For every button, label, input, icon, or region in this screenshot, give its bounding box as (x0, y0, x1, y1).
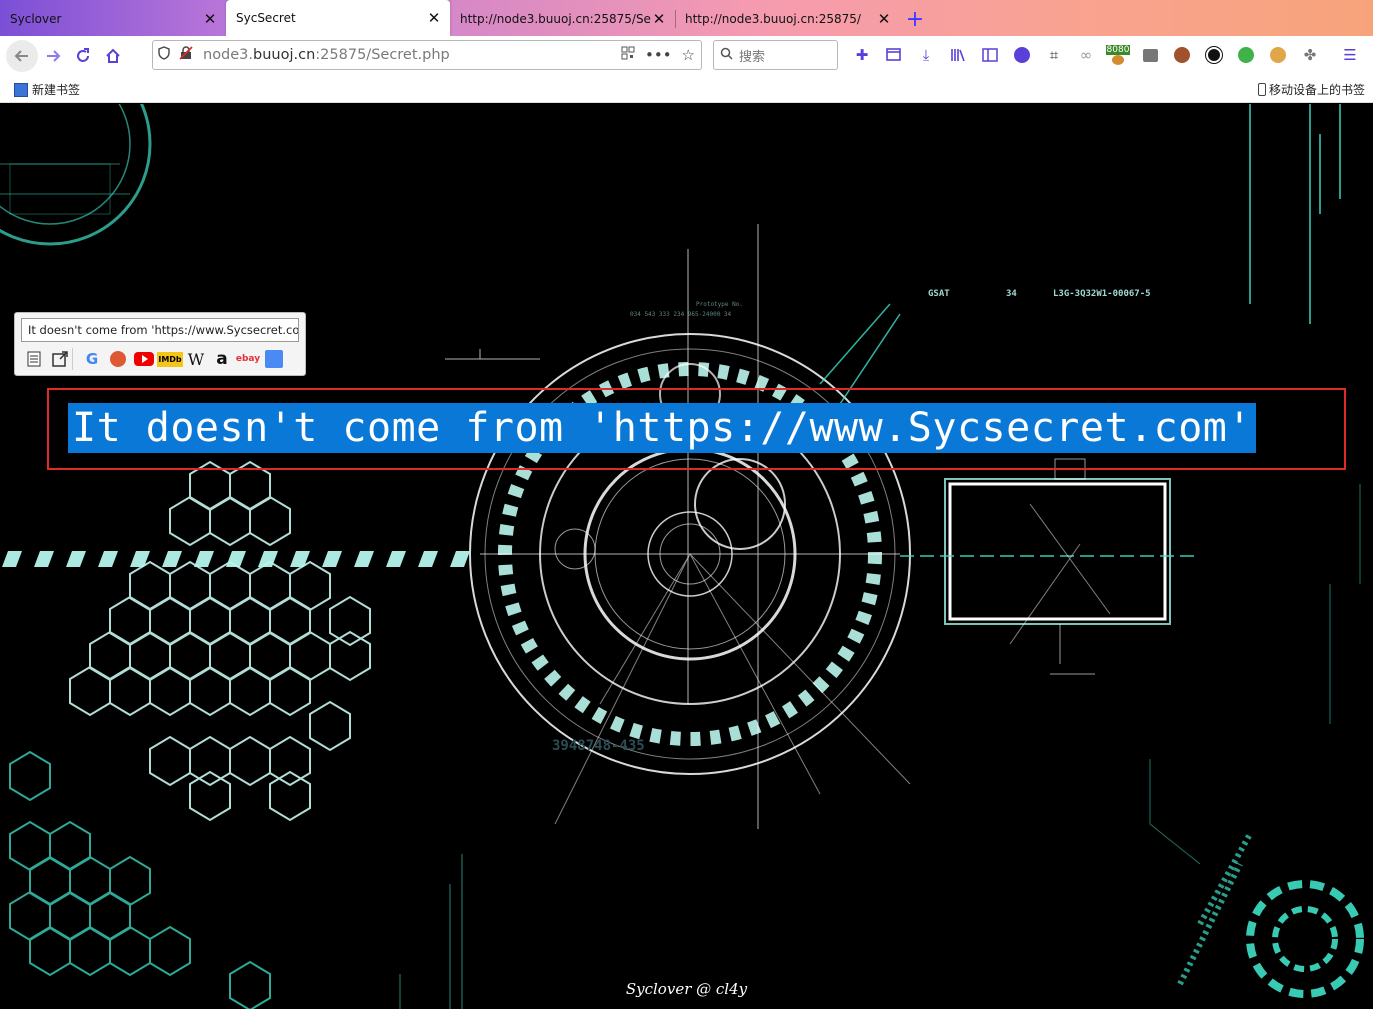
url-text: node3.buuoj.cn:25875/Secret.php (203, 47, 450, 63)
ebay-icon[interactable]: ebay (235, 348, 261, 370)
close-icon[interactable]: ✕ (876, 10, 892, 28)
tab-title: SycSecret (236, 11, 296, 25)
cookie-editor-icon[interactable] (1262, 41, 1294, 69)
puzzle-extension-icon[interactable]: ✤ (1294, 41, 1326, 69)
tab-title: Syclover (10, 12, 62, 26)
download-icon[interactable]: ⤓ (910, 41, 942, 69)
mobile-bookmarks-label: 移动设备上的书签 (1268, 83, 1365, 97)
message-highlight-box: It doesn't come from 'https://www.Sycsec… (47, 388, 1346, 470)
new-tab-button[interactable]: + (900, 2, 930, 36)
tab-secret-url[interactable]: http://node3.buuoj.cn:25875/Se ✕ (450, 2, 675, 36)
hud-background: GSAT 34 L3G-3Q32W1-00067-5 Prototype No.… (0, 104, 1364, 1009)
youtube-icon[interactable] (131, 348, 157, 370)
sidebar-icon[interactable] (974, 41, 1006, 69)
message-text: It doesn't come from 'https://www.Sycsec… (68, 403, 1256, 453)
amazon-icon[interactable]: a (209, 348, 235, 370)
ebay-label: ebay (235, 354, 261, 364)
close-icon[interactable]: ✕ (426, 9, 442, 27)
navigation-bar: node3.buuoj.cn:25875/Secret.php ••• ☆ 搜索… (0, 36, 1373, 76)
crop-screenshot-icon[interactable]: ⌗ (1038, 41, 1070, 69)
tab-root-url[interactable]: http://node3.buuoj.cn:25875/ ✕ (675, 2, 900, 36)
wikipedia-label: W (187, 349, 205, 369)
arrow-left-icon (14, 50, 28, 62)
popup-search-text[interactable]: It doesn't come from 'https://www.Sycsec… (21, 318, 299, 342)
proxy-extension-icon[interactable]: 8080 (1102, 41, 1134, 69)
shield-icon[interactable] (153, 46, 175, 64)
open-link-icon[interactable] (47, 348, 73, 370)
image-extension-icon[interactable] (1134, 41, 1166, 69)
close-icon[interactable]: ✕ (202, 10, 218, 28)
phone-icon (1257, 83, 1266, 96)
popup-engine-icons: G IMDb W a ebay (21, 348, 287, 370)
extensions-icon[interactable]: ✚ (846, 41, 878, 69)
tab-title: http://node3.buuoj.cn:25875/ (685, 12, 861, 26)
close-icon[interactable]: ✕ (651, 10, 667, 28)
url-host: buuoj.cn (253, 47, 316, 63)
cookie-icon[interactable] (1166, 41, 1198, 69)
amazon-label: a (216, 349, 228, 369)
insecure-lock-icon[interactable] (175, 46, 197, 64)
menu-icon[interactable]: ☰ (1334, 41, 1366, 69)
footer-credit: Syclover @ cl4y (625, 980, 748, 998)
hud-gsat-number: 34 (1006, 289, 1017, 299)
url-path: :25875/Secret.php (315, 47, 450, 63)
hud-bottom-code: 3948748-435 (552, 738, 645, 754)
home-button[interactable] (98, 41, 128, 71)
hud-code: L3G-3Q32W1-00067-5 (1053, 289, 1151, 299)
url-prefix: node3. (203, 47, 254, 63)
bookmarks-bar: 新建书签 移动设备上的书签 (0, 76, 1373, 103)
account-icon[interactable] (1006, 41, 1038, 69)
reload-button[interactable] (68, 41, 98, 71)
translate-icon[interactable] (261, 348, 287, 370)
imdb-label: IMDb (157, 351, 183, 367)
qr-code-icon[interactable] (621, 46, 635, 64)
bookmark-folder-icon (14, 82, 28, 97)
search-input[interactable]: 搜索 (713, 40, 838, 70)
page-content: GSAT 34 L3G-3Q32W1-00067-5 Prototype No.… (0, 104, 1373, 1009)
reload-icon (77, 48, 89, 62)
search-placeholder: 搜索 (739, 49, 766, 65)
tab-syclover[interactable]: Syclover ✕ (0, 2, 226, 36)
add-tab-icon[interactable] (878, 41, 910, 69)
bookmark-label: 新建书签 (32, 83, 81, 97)
arrow-right-icon (47, 50, 61, 62)
js-extension-icon[interactable] (1230, 41, 1262, 69)
library-icon[interactable] (942, 41, 974, 69)
bookmark-star-icon[interactable]: ☆ (682, 46, 695, 64)
google-label: G (85, 350, 99, 368)
hud-serial: 034 543 333 234 965-24000 34 (630, 311, 732, 318)
home-icon (106, 48, 120, 63)
mobile-bookmarks[interactable]: 移动设备上的书签 (1257, 81, 1365, 98)
toolbar-icons: ✚ ⤓ ⌗ ∞ 8080 ✤ ☰ (846, 41, 1366, 69)
google-icon[interactable]: G (79, 348, 105, 370)
tab-sycsecret[interactable]: SycSecret ✕ (226, 0, 450, 36)
extension-badge: 8080 (1105, 45, 1131, 55)
m-extension-icon[interactable] (1198, 41, 1230, 69)
selection-search-popup: It doesn't come from 'https://www.Sycsec… (14, 312, 306, 376)
reader-icon[interactable] (21, 348, 47, 370)
back-button[interactable] (6, 40, 38, 72)
bookmark-new[interactable]: 新建书签 (14, 81, 80, 98)
hud-gsat-label: GSAT (928, 289, 950, 299)
forward-button[interactable] (38, 41, 68, 71)
more-icon[interactable]: ••• (645, 46, 672, 64)
url-bar[interactable]: node3.buuoj.cn:25875/Secret.php ••• ☆ (152, 40, 702, 70)
wikipedia-icon[interactable]: W (183, 348, 209, 370)
duckduckgo-icon[interactable] (105, 348, 131, 370)
link-icon[interactable]: ∞ (1070, 41, 1102, 69)
search-icon (720, 47, 733, 64)
hud-prototype: Prototype No. (696, 301, 743, 308)
tab-strip: Syclover ✕ SycSecret ✕ http://node3.buuo… (0, 0, 1373, 36)
imdb-icon[interactable]: IMDb (157, 348, 183, 370)
tab-title: http://node3.buuoj.cn:25875/Se (460, 12, 651, 26)
